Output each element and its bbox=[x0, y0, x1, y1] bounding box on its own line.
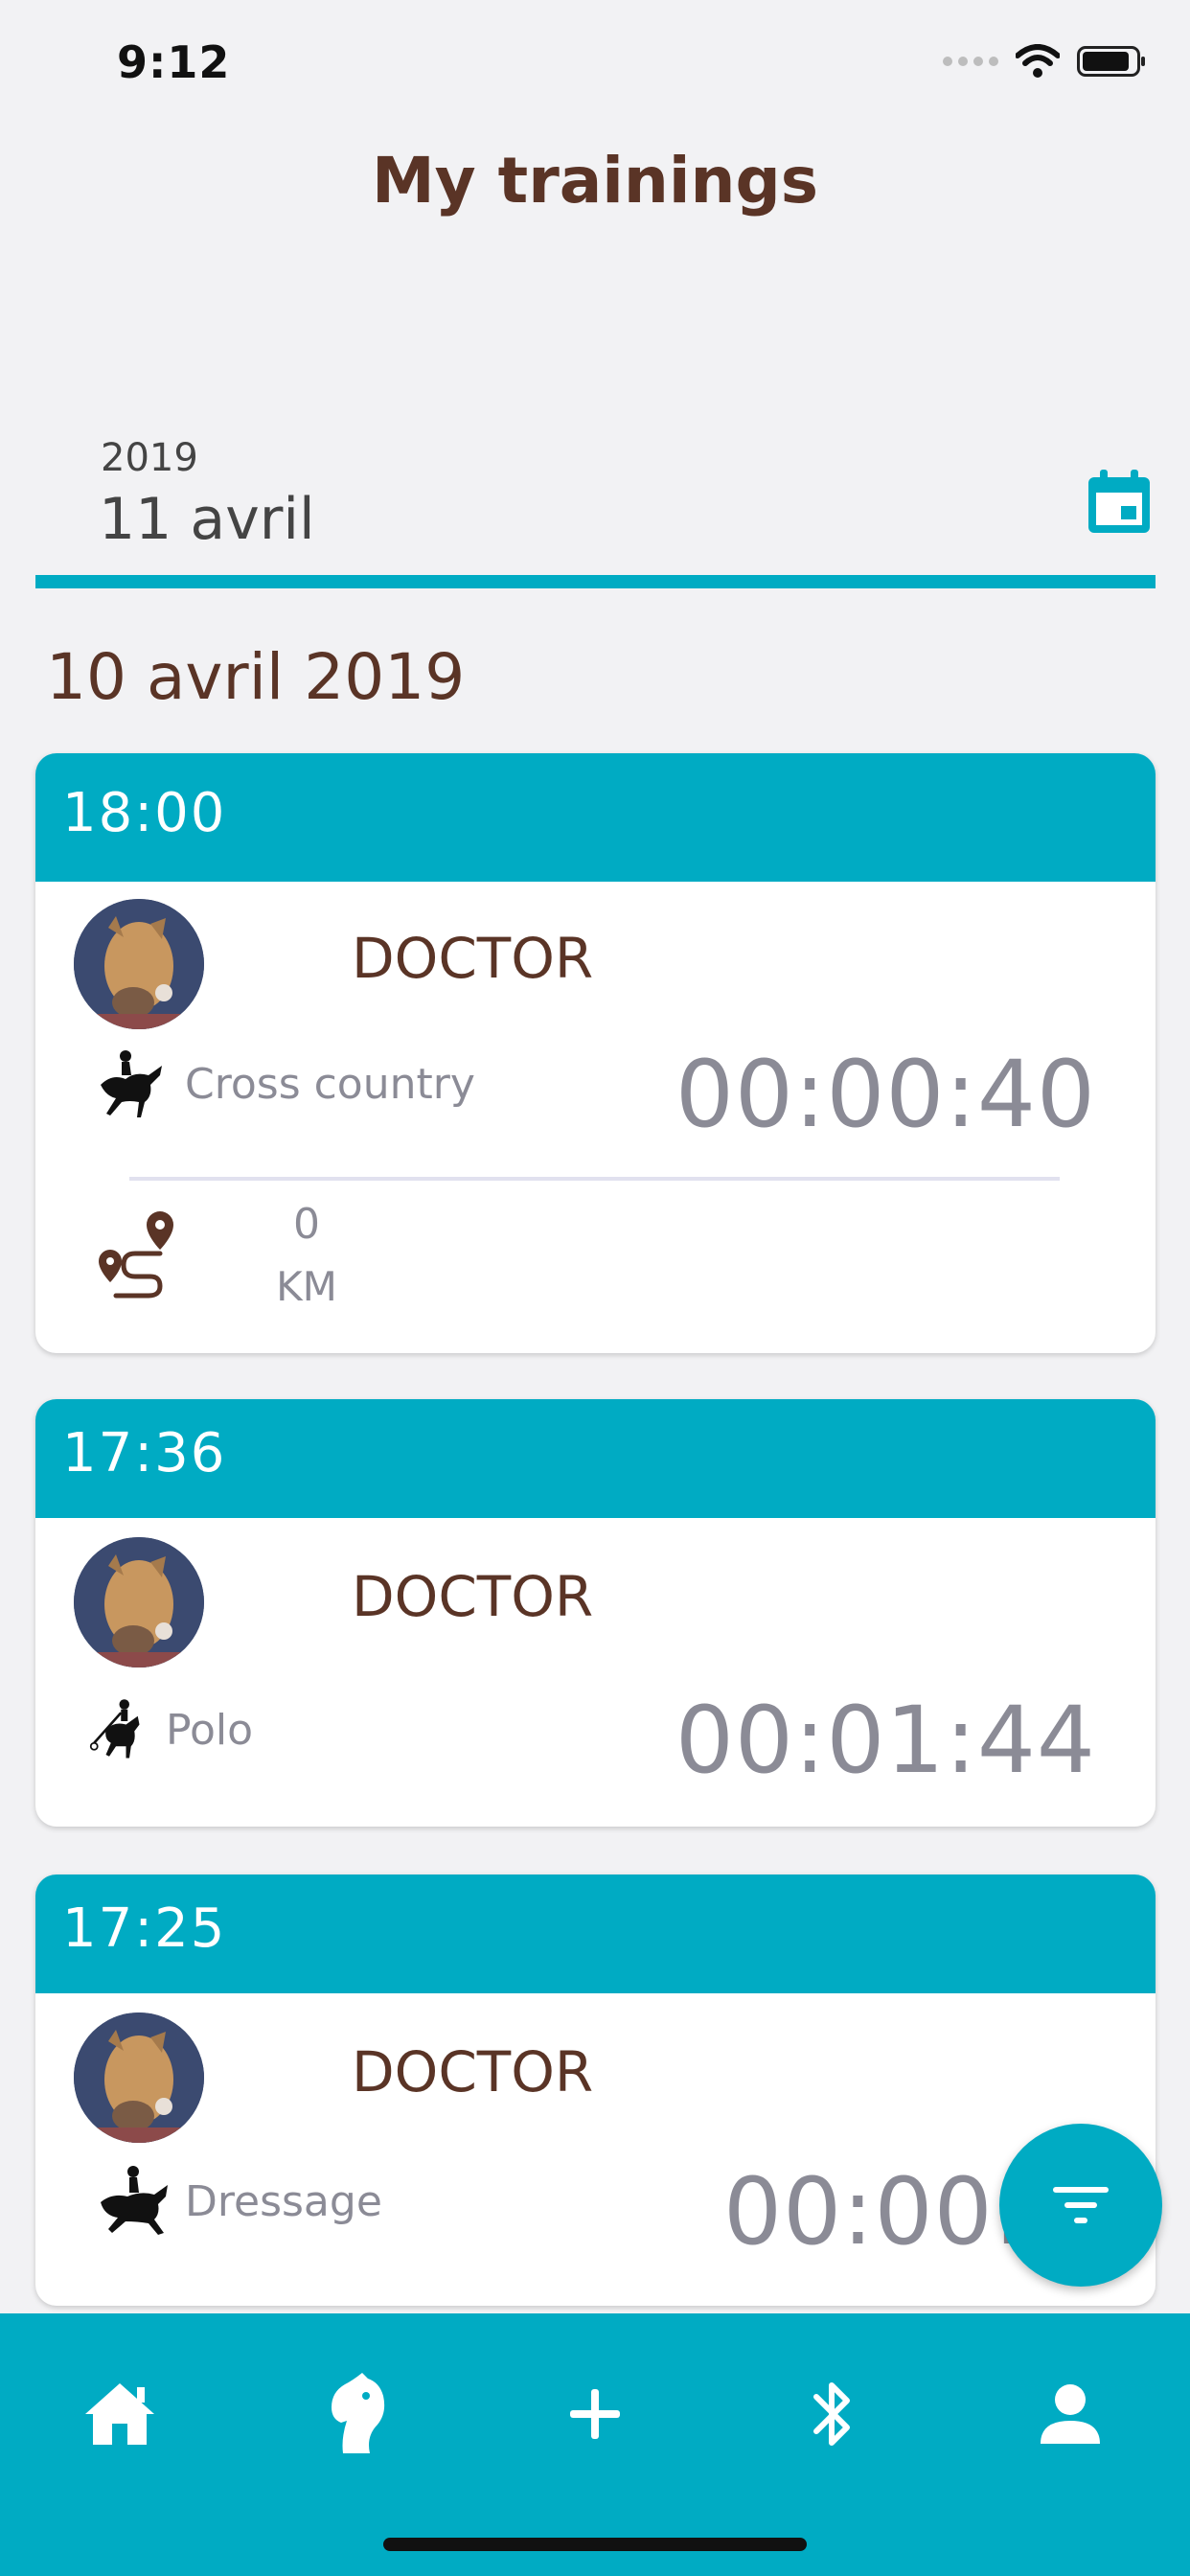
horse-name: DOCTOR bbox=[352, 926, 594, 991]
training-card[interactable]: 17:36 DOCTOR Polo 00:01:44 bbox=[35, 1399, 1156, 1827]
training-duration: 00:00:40 bbox=[675, 1041, 1096, 1148]
training-card[interactable]: 18:00 DOCTOR Cross country 00:00:40 0 KM bbox=[35, 753, 1156, 1353]
status-icons bbox=[943, 44, 1145, 79]
card-header: 17:25 bbox=[35, 1874, 1156, 1993]
discipline-label: Polo bbox=[166, 1706, 254, 1755]
card-header: 17:36 bbox=[35, 1399, 1156, 1518]
distance-value: 0 bbox=[293, 1200, 320, 1249]
distance-unit: KM bbox=[276, 1263, 337, 1310]
filter-icon bbox=[1053, 2187, 1109, 2223]
date-underline bbox=[35, 575, 1156, 588]
calendar-icon[interactable] bbox=[1083, 466, 1156, 539]
date-year: 2019 bbox=[101, 436, 198, 480]
polo-icon bbox=[89, 1699, 140, 1759]
plus-icon bbox=[570, 2389, 620, 2439]
tab-home[interactable] bbox=[67, 2361, 172, 2467]
training-time: 17:36 bbox=[62, 1422, 227, 1484]
horse-avatar bbox=[74, 899, 204, 1029]
horse-name: DOCTOR bbox=[352, 1564, 594, 1629]
date-day[interactable]: 11 avril bbox=[99, 486, 315, 553]
page-title: My trainings bbox=[371, 144, 819, 218]
wifi-icon bbox=[1016, 44, 1060, 78]
filter-button[interactable] bbox=[999, 2124, 1162, 2287]
horse-name: DOCTOR bbox=[352, 2039, 594, 2104]
discipline-label: Dressage bbox=[185, 2177, 382, 2226]
card-header: 18:00 bbox=[35, 753, 1156, 882]
horse-head-icon bbox=[332, 2373, 385, 2453]
profile-icon bbox=[1041, 2384, 1100, 2444]
bottom-tab-bar bbox=[0, 2313, 1190, 2576]
card-divider bbox=[129, 1177, 1060, 1181]
section-date: 10 avril 2019 bbox=[46, 640, 466, 714]
home-indicator bbox=[383, 2538, 807, 2551]
cross-country-icon bbox=[101, 1050, 162, 1117]
battery-icon bbox=[1077, 46, 1145, 77]
home-icon bbox=[85, 2383, 154, 2445]
horse-avatar bbox=[74, 2012, 204, 2143]
tab-horses[interactable] bbox=[305, 2361, 410, 2467]
training-card[interactable]: 17:25 DOCTOR Dressage 00:00:2 bbox=[35, 1874, 1156, 2306]
route-distance-icon bbox=[99, 1211, 173, 1299]
bluetooth-icon bbox=[813, 2382, 850, 2446]
discipline-label: Cross country bbox=[185, 1060, 475, 1109]
training-time: 18:00 bbox=[62, 782, 227, 844]
training-time: 17:25 bbox=[62, 1898, 227, 1960]
tab-profile[interactable] bbox=[1018, 2361, 1123, 2467]
tab-bluetooth[interactable] bbox=[780, 2361, 885, 2467]
training-duration: 00:01:44 bbox=[675, 1687, 1096, 1794]
horse-avatar bbox=[74, 1537, 204, 1668]
dressage-icon bbox=[101, 2166, 168, 2235]
tab-add[interactable] bbox=[542, 2361, 648, 2467]
signal-icon bbox=[943, 57, 998, 66]
status-time: 9:12 bbox=[117, 36, 231, 88]
